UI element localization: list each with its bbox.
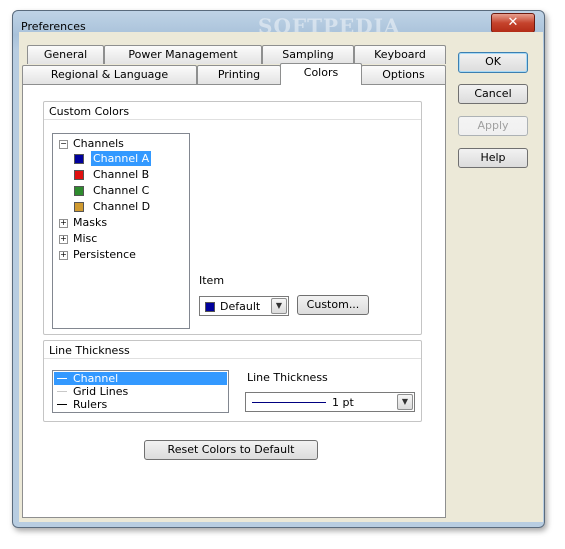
line-thickness-title: Line Thickness	[49, 344, 130, 357]
color-tree[interactable]: − Channels Channel A Channel B Channel C…	[52, 133, 190, 329]
ok-button[interactable]: OK	[458, 52, 528, 73]
reset-colors-button[interactable]: Reset Colors to Default	[144, 440, 318, 460]
cancel-button[interactable]: Cancel	[458, 84, 528, 104]
expand-icon[interactable]: +	[59, 219, 68, 228]
line-sample-icon	[57, 391, 67, 392]
line-sample-icon	[57, 378, 67, 379]
line-thickness-select[interactable]: 1 pt ▼	[245, 392, 415, 412]
tab-sampling[interactable]: Sampling	[262, 45, 354, 64]
chevron-down-icon[interactable]: ▼	[397, 394, 413, 410]
tab-general[interactable]: General	[27, 45, 104, 64]
expand-icon[interactable]: +	[59, 235, 68, 244]
list-item-rulers[interactable]: Rulers	[54, 398, 227, 411]
line-thickness-value: 1 pt	[332, 396, 354, 409]
color-swatch-icon	[74, 154, 84, 164]
color-swatch-icon	[74, 202, 84, 212]
tree-item-channel-b[interactable]: Channel B	[93, 167, 149, 182]
help-button[interactable]: Help	[458, 148, 528, 168]
list-item-channel[interactable]: Channel	[54, 372, 227, 385]
color-swatch-icon	[74, 170, 84, 180]
item-select-value: Default	[220, 300, 261, 313]
apply-button[interactable]: Apply	[458, 116, 528, 136]
custom-colors-title: Custom Colors	[49, 105, 130, 118]
line-sample-icon	[57, 404, 67, 405]
tree-item-channel-c[interactable]: Channel C	[93, 183, 149, 198]
expand-icon[interactable]: +	[59, 251, 68, 260]
tab-power-management[interactable]: Power Management	[104, 45, 262, 64]
custom-color-button[interactable]: Custom...	[297, 295, 369, 315]
chevron-down-icon[interactable]: ▼	[271, 298, 287, 314]
tab-options[interactable]: Options	[361, 65, 446, 84]
group-divider	[44, 119, 421, 120]
tree-item-channel-d[interactable]: Channel D	[93, 199, 150, 214]
close-button[interactable]: ✕	[491, 13, 535, 33]
collapse-icon[interactable]: −	[59, 140, 68, 149]
tree-item-persistence[interactable]: Persistence	[73, 247, 136, 262]
tab-printing[interactable]: Printing	[197, 65, 281, 84]
group-divider	[44, 358, 421, 359]
tree-item-channel-a[interactable]: Channel A	[91, 151, 152, 166]
line-sample-icon	[252, 402, 326, 403]
close-icon: ✕	[507, 15, 519, 30]
tree-item-channels[interactable]: Channels	[73, 136, 124, 151]
tab-colors[interactable]: Colors	[280, 63, 362, 85]
item-select[interactable]: Default ▼	[199, 296, 289, 316]
line-thickness-label: Line Thickness	[247, 371, 328, 384]
tab-regional-language[interactable]: Regional & Language	[22, 65, 197, 84]
tab-keyboard[interactable]: Keyboard	[354, 45, 446, 64]
list-item-grid-lines[interactable]: Grid Lines	[54, 385, 227, 398]
color-swatch-icon	[205, 302, 215, 312]
item-label: Item	[199, 274, 225, 287]
tree-item-misc[interactable]: Misc	[73, 231, 97, 246]
color-swatch-icon	[74, 186, 84, 196]
tree-item-masks[interactable]: Masks	[73, 215, 107, 230]
line-element-list[interactable]: Channel Grid Lines Rulers	[52, 370, 229, 413]
